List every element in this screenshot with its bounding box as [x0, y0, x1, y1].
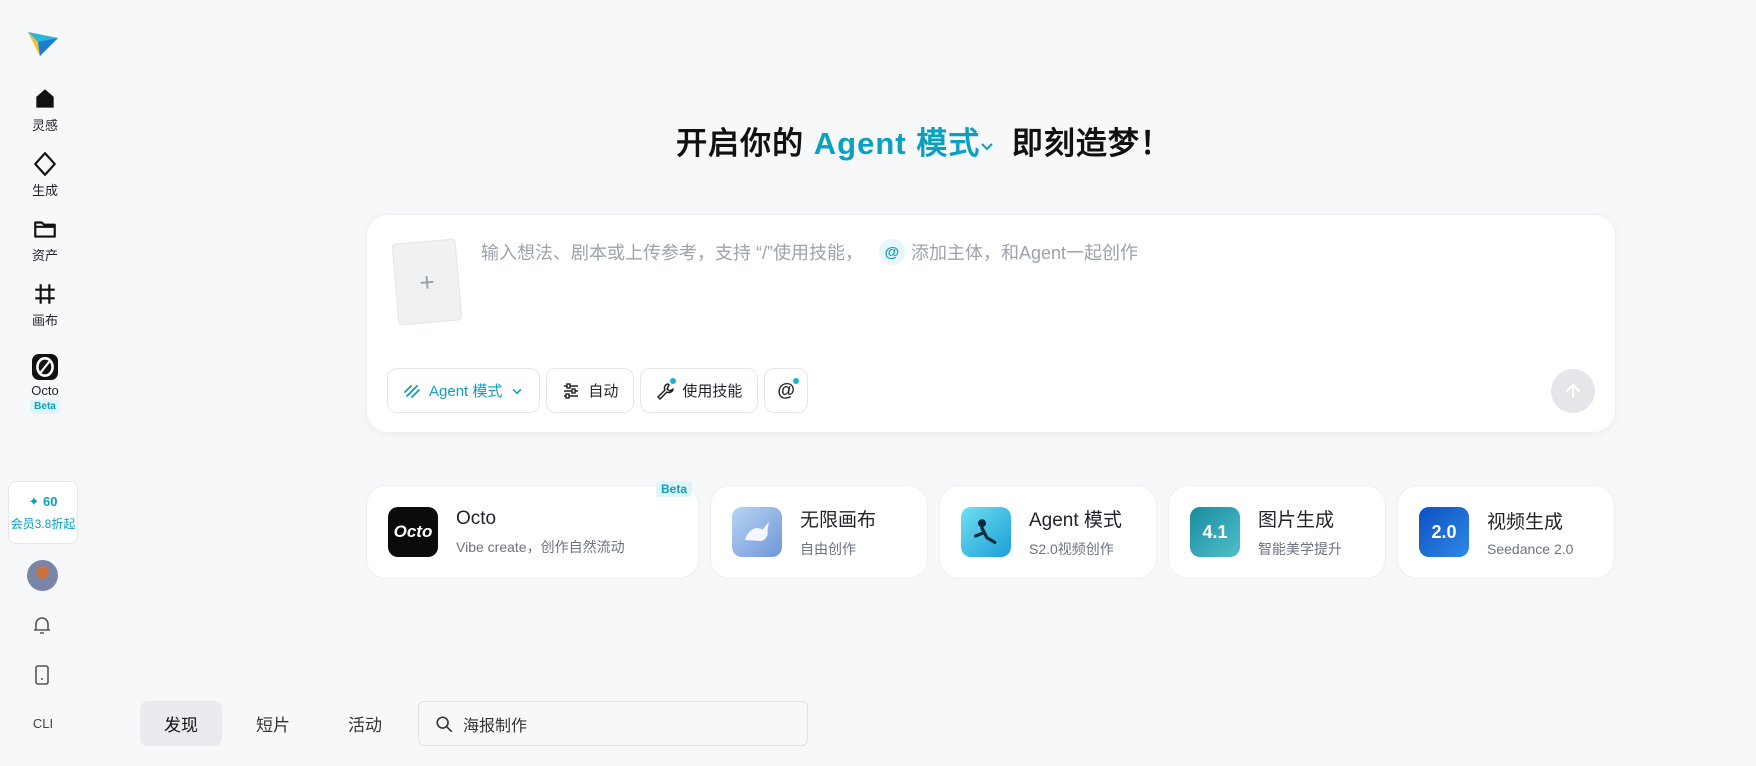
avatar[interactable] [27, 560, 58, 591]
nav-label: 画布 [31, 313, 58, 328]
new-indicator-dot [793, 378, 800, 384]
feature-title: 无限画布 [800, 510, 877, 531]
feature-title: Agent 模式 [1029, 510, 1122, 531]
tab-activities[interactable]: 活动 [324, 701, 406, 746]
plus-icon: + [418, 265, 436, 298]
title-prefix: 开启你的 [676, 126, 814, 161]
feature-title: 图片生成 [1258, 510, 1335, 531]
image-gen-4-1-icon: 4.1 [1190, 507, 1240, 557]
title-suffix: 即刻造梦！ [1002, 126, 1172, 161]
sidebar: 灵感 生成 资产 画布 Octo Beta ✦ 60 会员3.8折起 CLI [0, 0, 90, 766]
search-icon [436, 715, 453, 732]
membership-promo: 会员3.8折起 [10, 516, 76, 531]
upload-reference-button[interactable]: + [391, 238, 463, 326]
at-icon: @ [777, 380, 795, 400]
prompt-input[interactable]: 输入想法、剧本或上传参考，支持 “/”使用技能， @ 添加主体，和Agent一起… [481, 239, 1138, 265]
feature-title: Octo [456, 507, 497, 529]
beta-badge: Beta [30, 400, 60, 414]
octo-logo-icon: Octo [388, 507, 438, 557]
chevron-down-icon [512, 388, 522, 394]
nav-item-assets[interactable]: 资产 [0, 216, 90, 264]
app-logo[interactable] [26, 26, 60, 60]
prompt-placeholder-2: 添加主体，和Agent一起创作 [911, 243, 1139, 263]
feature-title: 视频生成 [1487, 512, 1564, 533]
credit-points: ✦ 60 [28, 493, 58, 509]
nav-label: 资产 [31, 248, 58, 263]
chevron-down-icon[interactable] [980, 139, 994, 153]
folder-icon [34, 221, 56, 238]
arrow-up-icon [1565, 383, 1581, 399]
page-title: 开启你的 Agent 模式 即刻造梦！ [0, 118, 1756, 163]
prompt-placeholder: 输入想法、剧本或上传参考，支持 “/”使用技能， [481, 243, 863, 263]
use-skills-button[interactable]: 使用技能 [640, 368, 759, 413]
agent-figure-icon [961, 507, 1011, 557]
pegasus-icon [732, 507, 782, 557]
search-box [418, 701, 808, 746]
feature-subtitle: Seedance 2.0 [1487, 541, 1574, 557]
feature-card-infinite-canvas[interactable]: 无限画布 自由创作 [710, 485, 928, 579]
auto-label: 自动 [588, 383, 619, 400]
bell-icon[interactable] [30, 613, 54, 637]
composer-card: + 输入想法、剧本或上传参考，支持 “/”使用技能， @ 添加主体，和Agent… [366, 214, 1616, 433]
home-icon [36, 89, 54, 108]
wrench-icon [657, 382, 675, 400]
tab-shorts[interactable]: 短片 [232, 701, 314, 746]
mode-selector[interactable]: Agent 模式 [814, 126, 980, 161]
mobile-device-icon[interactable] [30, 663, 54, 687]
nav-item-octo[interactable]: Octo Beta [0, 354, 90, 414]
beta-badge: Beta [655, 481, 692, 497]
content-tabs: 发现 短片 活动 [140, 701, 416, 746]
credits-panel[interactable]: ✦ 60 会员3.8折起 [8, 481, 78, 544]
feature-subtitle: 自由创作 [800, 541, 856, 557]
octo-icon [32, 354, 58, 380]
agent-mode-button[interactable]: Agent 模式 [387, 368, 541, 413]
mention-button[interactable]: @ [764, 368, 808, 413]
feature-subtitle: Vibe create，创作自然流动 [456, 538, 625, 555]
nav-item-canvas[interactable]: 画布 [0, 281, 90, 329]
at-icon: @ [879, 239, 905, 265]
search-input[interactable] [463, 714, 783, 733]
auto-settings-button[interactable]: 自动 [546, 368, 635, 413]
sliders-icon [564, 382, 579, 399]
feature-subtitle: S2.0视频创作 [1029, 541, 1114, 557]
agent-mode-icon [404, 384, 420, 398]
video-gen-2-0-icon: 2.0 [1419, 507, 1469, 557]
skills-label: 使用技能 [682, 383, 743, 400]
feature-subtitle: 智能美学提升 [1258, 541, 1342, 557]
feature-card-video-generation[interactable]: 2.0 视频生成 Seedance 2.0 [1397, 485, 1615, 579]
nav-label: 生成 [31, 183, 58, 198]
send-button[interactable] [1551, 369, 1595, 413]
nav-label: Octo [31, 383, 59, 398]
composer-toolbar: Agent 模式 自动 使用技能 @ [387, 368, 808, 413]
feature-card-image-generation[interactable]: 4.1 图片生成 智能美学提升 [1168, 485, 1386, 579]
feature-card-agent-mode[interactable]: Agent 模式 S2.0视频创作 [939, 485, 1157, 579]
agent-mode-label: Agent 模式 [429, 383, 503, 400]
new-indicator-dot [670, 378, 677, 384]
tab-discover[interactable]: 发现 [140, 701, 222, 746]
cli-link[interactable]: CLI [0, 716, 86, 731]
canvas-hash-icon [35, 284, 55, 304]
feature-card-octo[interactable]: Octo Octo Vibe create，创作自然流动 Beta [366, 481, 699, 579]
